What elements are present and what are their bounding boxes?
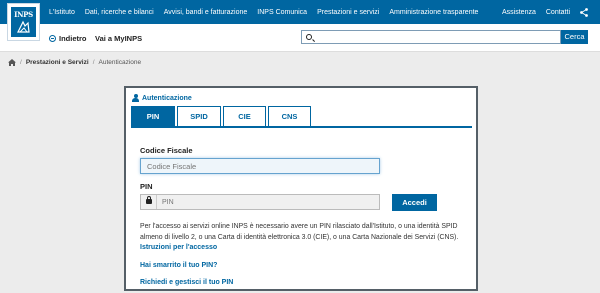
search-input[interactable] bbox=[316, 31, 556, 43]
home-icon[interactable] bbox=[8, 58, 16, 66]
nav-item-prestazioni-servizi[interactable]: Prestazioni e servizi bbox=[317, 9, 379, 16]
myinps-link[interactable]: Vai a MyINPS bbox=[95, 24, 142, 52]
logo-text: INPS bbox=[14, 10, 33, 19]
access-info-text: Per l'accesso ai servizi online INPS è n… bbox=[140, 223, 459, 241]
pin-field bbox=[140, 194, 380, 210]
inps-logo[interactable]: INPS bbox=[7, 3, 40, 41]
tab-cie[interactable]: CIE bbox=[223, 106, 266, 126]
search-icon bbox=[306, 34, 312, 40]
logo-mark: INPS bbox=[11, 7, 36, 37]
accedi-button[interactable]: Accedi bbox=[392, 194, 437, 211]
nav-item-istituto[interactable]: L'Istituto bbox=[49, 9, 75, 16]
tab-cns[interactable]: CNS bbox=[268, 106, 311, 126]
top-right-links: Assistenza Contatti bbox=[502, 0, 588, 24]
tab-spid[interactable]: SPID bbox=[177, 106, 221, 126]
auth-method-tabs: PIN SPID CIE CNS bbox=[131, 106, 472, 128]
nav-item-avvisi-bandi[interactable]: Avvisi, bandi e fatturazione bbox=[164, 9, 248, 16]
nav-item-dati-ricerche-bilanci[interactable]: Dati, ricerche e bilanci bbox=[85, 9, 154, 16]
nav-item-inps-comunica[interactable]: INPS Comunica bbox=[257, 9, 307, 16]
tab-pin[interactable]: PIN bbox=[131, 106, 175, 126]
pin-label: PIN bbox=[140, 182, 153, 191]
authentication-panel: Autenticazione PIN SPID CIE CNS Codice F… bbox=[124, 86, 478, 291]
panel-title: Autenticazione bbox=[132, 94, 192, 102]
logo-emblem-icon bbox=[17, 20, 30, 33]
istruzioni-accesso-link[interactable]: Istruzioni per l'accesso bbox=[140, 244, 217, 251]
pin-input[interactable] bbox=[158, 195, 378, 209]
back-circle-icon bbox=[49, 34, 56, 42]
user-icon bbox=[132, 94, 139, 102]
breadcrumb-separator: / bbox=[92, 58, 95, 66]
lock-icon bbox=[146, 196, 152, 204]
breadcrumb-prestazioni-servizi[interactable]: Prestazioni e Servizi bbox=[26, 59, 89, 66]
richiedi-gestisci-pin-link[interactable]: Richiedi e gestisci il tuo PIN bbox=[140, 279, 233, 286]
search-box bbox=[301, 30, 561, 44]
contatti-link[interactable]: Contatti bbox=[546, 9, 570, 16]
codice-fiscale-label: Codice Fiscale bbox=[140, 146, 193, 155]
breadcrumb: / Prestazioni e Servizi / Autenticazione bbox=[8, 57, 141, 67]
back-label: Indietro bbox=[59, 33, 87, 43]
lock-addon bbox=[141, 195, 157, 209]
top-nav-menu: L'Istituto Dati, ricerche e bilanci Avvi… bbox=[49, 0, 478, 24]
back-button[interactable]: Indietro bbox=[49, 24, 87, 52]
panel-title-text: Autenticazione bbox=[142, 94, 192, 102]
top-navigation-bar: L'Istituto Dati, ricerche e bilanci Avvi… bbox=[0, 0, 600, 24]
breadcrumb-separator: / bbox=[20, 58, 22, 66]
nav-item-amministrazione-trasparente[interactable]: Amministrazione trasparente bbox=[389, 9, 478, 16]
search-button[interactable]: Cerca bbox=[561, 30, 588, 44]
breadcrumb-autenticazione: Autenticazione bbox=[98, 58, 142, 66]
smarrito-pin-link[interactable]: Hai smarrito il tuo PIN? bbox=[140, 262, 217, 269]
share-icon[interactable] bbox=[580, 7, 588, 17]
codice-fiscale-input[interactable] bbox=[140, 158, 380, 174]
assistenza-link[interactable]: Assistenza bbox=[502, 9, 536, 16]
